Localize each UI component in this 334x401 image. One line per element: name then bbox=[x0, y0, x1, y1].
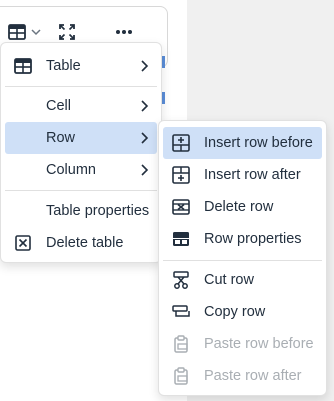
menu-item-label: Paste row after bbox=[204, 368, 302, 384]
table-menu: Table Cell Row Column Table properties D… bbox=[0, 42, 162, 263]
cut-icon bbox=[171, 270, 191, 290]
menu-item-column[interactable]: Column bbox=[5, 154, 157, 186]
menu-item-paste-row-before[interactable]: Paste row before bbox=[163, 328, 322, 360]
delete-table-icon bbox=[13, 233, 33, 253]
menu-item-label: Cell bbox=[46, 98, 71, 114]
menu-item-insert-row-after[interactable]: Insert row after bbox=[163, 159, 322, 191]
cell-selection-marker bbox=[162, 92, 165, 104]
delete-row-icon bbox=[171, 197, 191, 217]
menu-item-row-properties[interactable]: Row properties bbox=[163, 223, 322, 255]
chevron-right-icon bbox=[139, 59, 149, 73]
menu-item-copy-row[interactable]: Copy row bbox=[163, 296, 322, 328]
menu-item-label: Insert row after bbox=[204, 167, 301, 183]
paste-icon bbox=[171, 334, 191, 354]
menu-item-label: Cut row bbox=[204, 272, 254, 288]
chevron-down-icon bbox=[30, 29, 41, 36]
table-icon bbox=[7, 24, 26, 40]
insert-row-after-icon bbox=[171, 165, 191, 185]
more-horizontal-icon bbox=[116, 30, 132, 34]
menu-item-cell[interactable]: Cell bbox=[5, 90, 157, 122]
menu-item-label: Table bbox=[46, 58, 81, 74]
table-icon bbox=[13, 56, 33, 76]
menu-item-label: Row properties bbox=[204, 231, 302, 247]
menu-item-paste-row-after[interactable]: Paste row after bbox=[163, 360, 322, 392]
menu-item-row[interactable]: Row bbox=[5, 122, 157, 154]
menu-item-table-properties[interactable]: Table properties bbox=[5, 195, 157, 227]
paste-icon bbox=[171, 366, 191, 386]
row-properties-icon bbox=[171, 229, 191, 249]
row-submenu: Insert row before Insert row after Delet… bbox=[158, 120, 327, 396]
menu-item-insert-row-before[interactable]: Insert row before bbox=[163, 127, 322, 159]
menu-item-label: Delete table bbox=[46, 235, 124, 251]
menu-item-delete-row[interactable]: Delete row bbox=[163, 191, 322, 223]
fullscreen-icon bbox=[59, 24, 75, 40]
menu-separator bbox=[5, 190, 157, 191]
menu-item-label: Copy row bbox=[204, 304, 266, 320]
copy-row-icon bbox=[171, 302, 191, 322]
menu-separator bbox=[5, 86, 157, 87]
menu-item-label: Insert row before bbox=[204, 135, 313, 151]
menu-item-delete-table[interactable]: Delete table bbox=[5, 227, 157, 259]
cell-selection-marker bbox=[162, 56, 165, 68]
menu-item-label: Delete row bbox=[204, 199, 274, 215]
menu-item-label: Table properties bbox=[46, 203, 150, 219]
chevron-right-icon bbox=[139, 99, 149, 113]
menu-item-label: Column bbox=[46, 162, 96, 178]
chevron-right-icon bbox=[139, 163, 149, 177]
menu-separator bbox=[163, 260, 322, 261]
insert-row-before-icon bbox=[171, 133, 191, 153]
menu-item-table[interactable]: Table bbox=[5, 50, 157, 82]
chevron-right-icon bbox=[139, 131, 149, 145]
menu-item-label: Row bbox=[46, 130, 76, 146]
menu-item-label: Paste row before bbox=[204, 336, 314, 352]
menu-item-cut-row[interactable]: Cut row bbox=[163, 264, 322, 296]
